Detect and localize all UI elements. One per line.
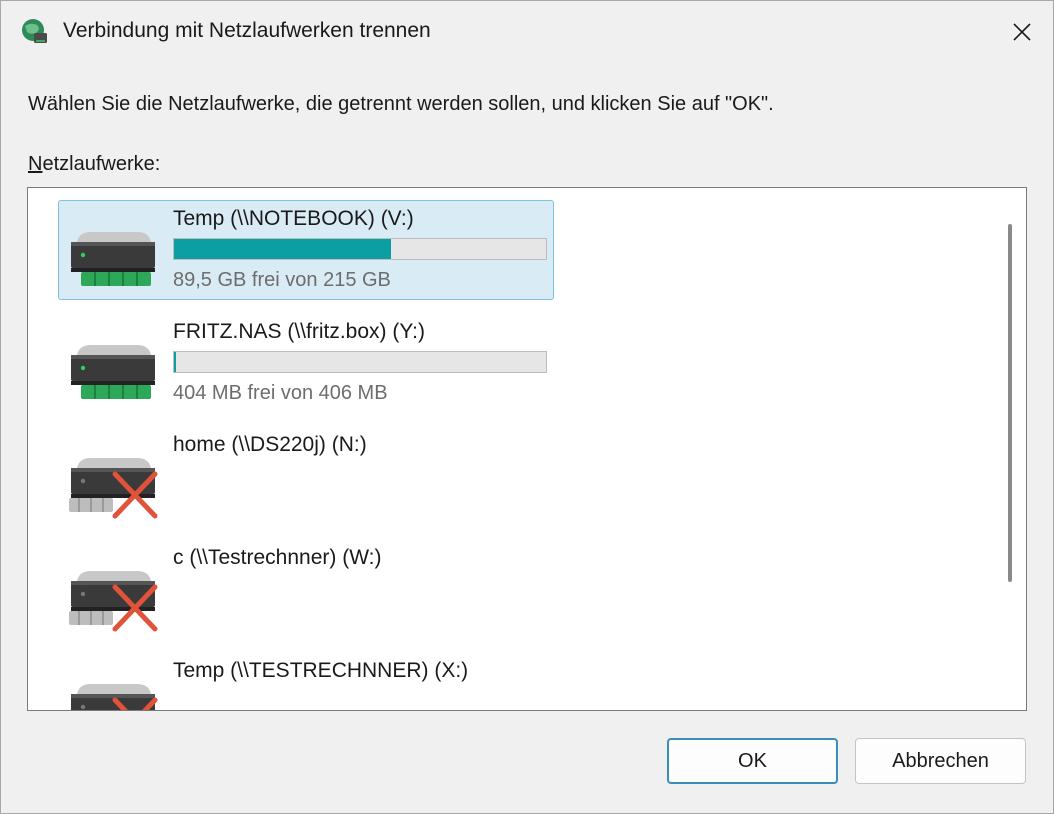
drive-item[interactable]: c (\\Testrechnner) (W:) bbox=[58, 539, 554, 639]
network-drive-icon bbox=[71, 232, 155, 286]
free-space-text: 404 MB frei von 406 MB bbox=[173, 382, 388, 404]
close-icon bbox=[1013, 23, 1031, 41]
disconnected-drive-icon bbox=[69, 458, 158, 519]
drive-item[interactable]: Temp (\\NOTEBOOK) (V:) 89,5 GB frei von 2… bbox=[58, 200, 554, 300]
drive-name: Temp (\\NOTEBOOK) (V:) bbox=[173, 207, 414, 230]
drive-list[interactable]: Temp (\\NOTEBOOK) (V:) 89,5 GB frei von 2… bbox=[27, 187, 1027, 711]
drive-name: home (\\DS220j) (N:) bbox=[173, 433, 367, 456]
label-accelerator: N bbox=[28, 153, 43, 175]
drive-item[interactable]: Temp (\\TESTRECHNNER) (X:) bbox=[58, 652, 554, 710]
drive-name: FRITZ.NAS (\\fritz.box) (Y:) bbox=[173, 320, 426, 343]
capacity-bar-fill bbox=[174, 352, 176, 372]
disconnected-drive-icon bbox=[71, 684, 158, 710]
disconnected-drive-icon bbox=[69, 571, 158, 632]
window-title: Verbindung mit Netzlaufwerken trennen bbox=[63, 19, 431, 42]
network-drive-icon bbox=[71, 345, 155, 399]
capacity-bar-fill bbox=[174, 239, 392, 259]
drive-item[interactable]: home (\\DS220j) (N:) bbox=[58, 426, 554, 526]
capacity-bar bbox=[173, 238, 547, 260]
free-space-text: 89,5 GB frei von 215 GB bbox=[173, 269, 391, 291]
drive-name: Temp (\\TESTRECHNNER) (X:) bbox=[173, 659, 469, 682]
title-bar: Verbindung mit Netzlaufwerken trennen bbox=[1, 1, 1053, 63]
ok-button[interactable]: OK bbox=[667, 738, 838, 784]
close-button[interactable] bbox=[991, 1, 1053, 63]
drive-name: c (\\Testrechnner) (W:) bbox=[173, 546, 382, 569]
drive-item[interactable]: FRITZ.NAS (\\fritz.box) (Y:) 404 MB frei … bbox=[58, 313, 554, 413]
capacity-bar bbox=[173, 351, 547, 373]
scrollbar-thumb[interactable] bbox=[1008, 224, 1012, 582]
dialog-window: Verbindung mit Netzlaufwerken trennen Wä… bbox=[0, 0, 1054, 814]
drive-list-label: Netzlaufwerke: bbox=[28, 153, 160, 176]
network-globe-icon bbox=[22, 19, 47, 43]
label-text: etzlaufwerke: bbox=[42, 153, 161, 175]
cancel-button[interactable]: Abbrechen bbox=[855, 738, 1026, 784]
instruction-text: Wählen Sie die Netzlaufwerke, die getren… bbox=[28, 93, 774, 115]
